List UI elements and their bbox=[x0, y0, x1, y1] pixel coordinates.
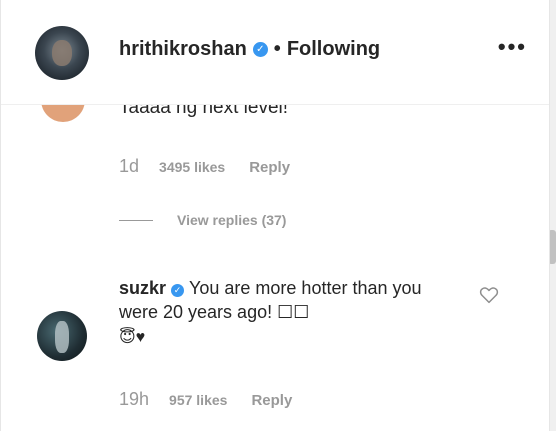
heart-icon[interactable] bbox=[479, 286, 499, 304]
post-header: hrithikroshan ✓ • Following ••• bbox=[1, 0, 549, 105]
comment-likes[interactable]: 3495 likes bbox=[159, 159, 225, 175]
verified-badge-icon: ✓ bbox=[252, 42, 268, 57]
reply-button[interactable]: Reply bbox=[251, 392, 292, 409]
view-replies-button[interactable]: View replies (37) bbox=[119, 212, 286, 228]
comments-panel: hrithikroshan ✓ • Following ••• Taaaa ng… bbox=[0, 0, 550, 431]
comment-username[interactable]: suzkr bbox=[119, 278, 166, 298]
comment-meta: 1d 3495 likes Reply bbox=[119, 156, 290, 177]
comment-meta: 19h 957 likes Reply bbox=[119, 389, 292, 410]
header-separator: • bbox=[273, 38, 281, 60]
comment-avatar[interactable] bbox=[37, 311, 87, 361]
profile-avatar[interactable] bbox=[35, 26, 89, 80]
view-replies-label[interactable]: View replies (37) bbox=[177, 212, 286, 228]
comment-age: 19h bbox=[119, 389, 150, 409]
comment-likes[interactable]: 957 likes bbox=[169, 392, 227, 408]
header-user-line: hrithikroshan ✓ • Following bbox=[119, 38, 380, 61]
header-username[interactable]: hrithikroshan bbox=[119, 38, 247, 61]
reply-button[interactable]: Reply bbox=[249, 159, 290, 176]
replies-divider bbox=[119, 219, 153, 221]
comment-emoji: 😇♥ bbox=[119, 329, 146, 346]
following-button[interactable]: Following bbox=[287, 38, 380, 61]
more-options-icon[interactable]: ••• bbox=[498, 34, 527, 60]
comment-age: 1d bbox=[119, 156, 140, 176]
verified-badge-icon: ✓ bbox=[171, 284, 185, 297]
comment-text: suzkr ✓ You are more hotter than you were … bbox=[119, 276, 449, 350]
comment-text: Taaaa ng next level! bbox=[119, 104, 289, 118]
